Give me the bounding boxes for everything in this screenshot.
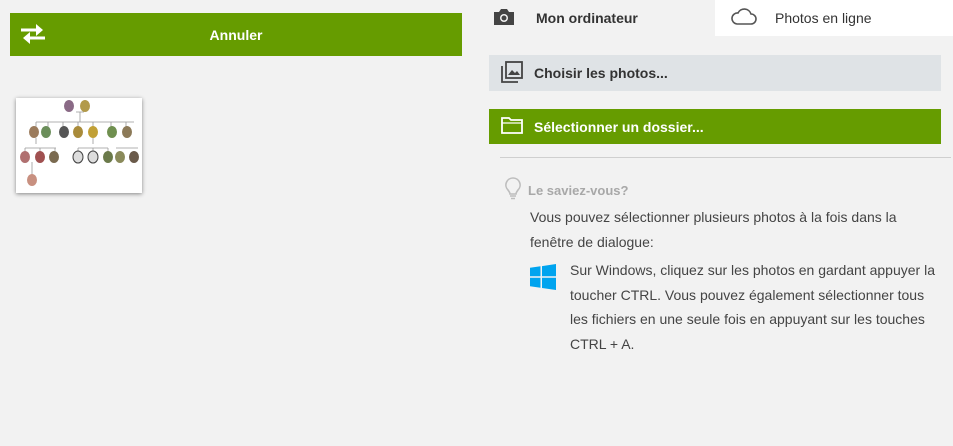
select-folder-label: Sélectionner un dossier... [534,118,704,135]
choose-photos-button[interactable]: Choisir les photos... [489,55,941,91]
windows-logo-icon [530,264,556,356]
windows-tip: Sur Windows, cliquez sur les photos en g… [530,258,940,356]
divider [500,157,951,158]
windows-tip-text: Sur Windows, cliquez sur les photos en g… [570,262,935,352]
photo-gallery-icon [501,60,523,86]
select-folder-button[interactable]: Sélectionner un dossier... [489,109,941,144]
photo-thumbnail[interactable] [16,98,142,193]
folder-icon [501,116,523,137]
lightbulb-icon [504,176,522,205]
tip-header: Le saviez-vous? [504,176,628,205]
tip-title: Le saviez-vous? [528,183,629,198]
tab-online-photos-label: Photos en ligne [775,10,872,26]
tab-online-photos[interactable]: Photos en ligne [715,0,953,36]
choose-photos-label: Choisir les photos... [534,65,668,81]
cancel-button[interactable]: Annuler [10,13,462,56]
camera-icon [492,8,516,29]
tip-intro-text: Vous pouvez sélectionner plusieurs photo… [530,209,897,250]
cloud-icon [731,7,757,29]
tab-my-computer-label: Mon ordinateur [536,10,638,26]
tab-my-computer[interactable]: Mon ordinateur [489,0,715,36]
swap-arrows-icon [19,23,47,45]
family-tree-image [20,100,139,186]
cancel-label: Annuler [209,26,263,43]
